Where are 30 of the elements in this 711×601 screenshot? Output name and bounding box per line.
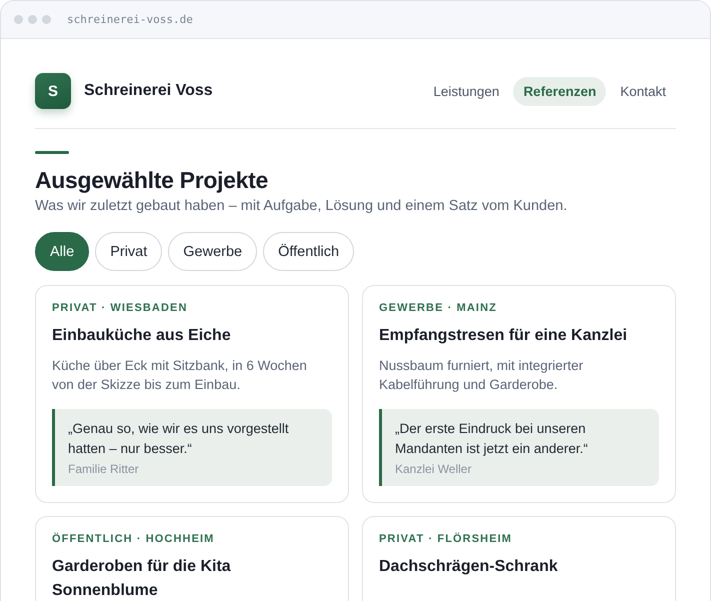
project-title: Einbauküche aus Eiche: [52, 326, 232, 346]
project-description: Küche über Eck mit Sitzbank, in 6 Wochen von der Skizze bis zum Einbau.: [52, 357, 308, 394]
nav-link[interactable]: Kontakt: [610, 76, 676, 106]
testimonial-quote: „Der erste Eindruck bei unseren Mandanten ist jetzt ein anderer.“: [395, 420, 589, 458]
section-subtitle: Was wir zuletzt gebaut haben – mit Aufgabe, Lösung und einem Satz vom Kunden.: [35, 198, 568, 214]
window-dot: [28, 15, 37, 24]
filter-chip[interactable]: Gewerbe: [168, 232, 258, 271]
filter-chip[interactable]: Privat: [95, 232, 162, 271]
brand-name: Schreinerei Voss: [84, 82, 213, 100]
project-title: Empfangstresen für eine Kanzlei: [379, 326, 628, 346]
project-title: Garderoben für die Kita Sonnenblume: [52, 557, 232, 601]
testimonial-author: Familie Ritter: [68, 462, 140, 476]
testimonial-quote: „Genau so, wie wir es uns vorgestellt hatten – nur besser.“: [68, 420, 290, 458]
accent-line: [35, 151, 69, 154]
url-text[interactable]: schreinerei-voss.de: [67, 13, 193, 26]
window-dot: [42, 15, 51, 24]
project-tag: PRIVAT · FLÖRSHEIM: [379, 533, 659, 545]
project-title: Dachschrägen-Schrank: [379, 557, 559, 577]
nav-link[interactable]: Leistungen: [423, 76, 510, 106]
section-title: Ausgewählte Projekte: [35, 167, 270, 194]
project-description: Nussbaum furniert, mit integrierter Kabelführung und Garderobe.: [379, 357, 584, 394]
filter-chip[interactable]: Alle: [35, 232, 90, 271]
filter-chip[interactable]: Öffentlich: [263, 232, 354, 271]
project-tag: GEWERBE · MAINZ: [379, 302, 659, 314]
project-tag: ÖFFENTLICH · HOCHHEIM: [52, 533, 332, 545]
testimonial-author: Kanzlei Weller: [395, 462, 472, 476]
logo-icon[interactable]: S: [35, 73, 71, 109]
window-dot: [14, 15, 23, 24]
project-tag: PRIVAT · WIESBADEN: [52, 302, 332, 314]
nav-link[interactable]: Referenzen: [513, 76, 606, 106]
